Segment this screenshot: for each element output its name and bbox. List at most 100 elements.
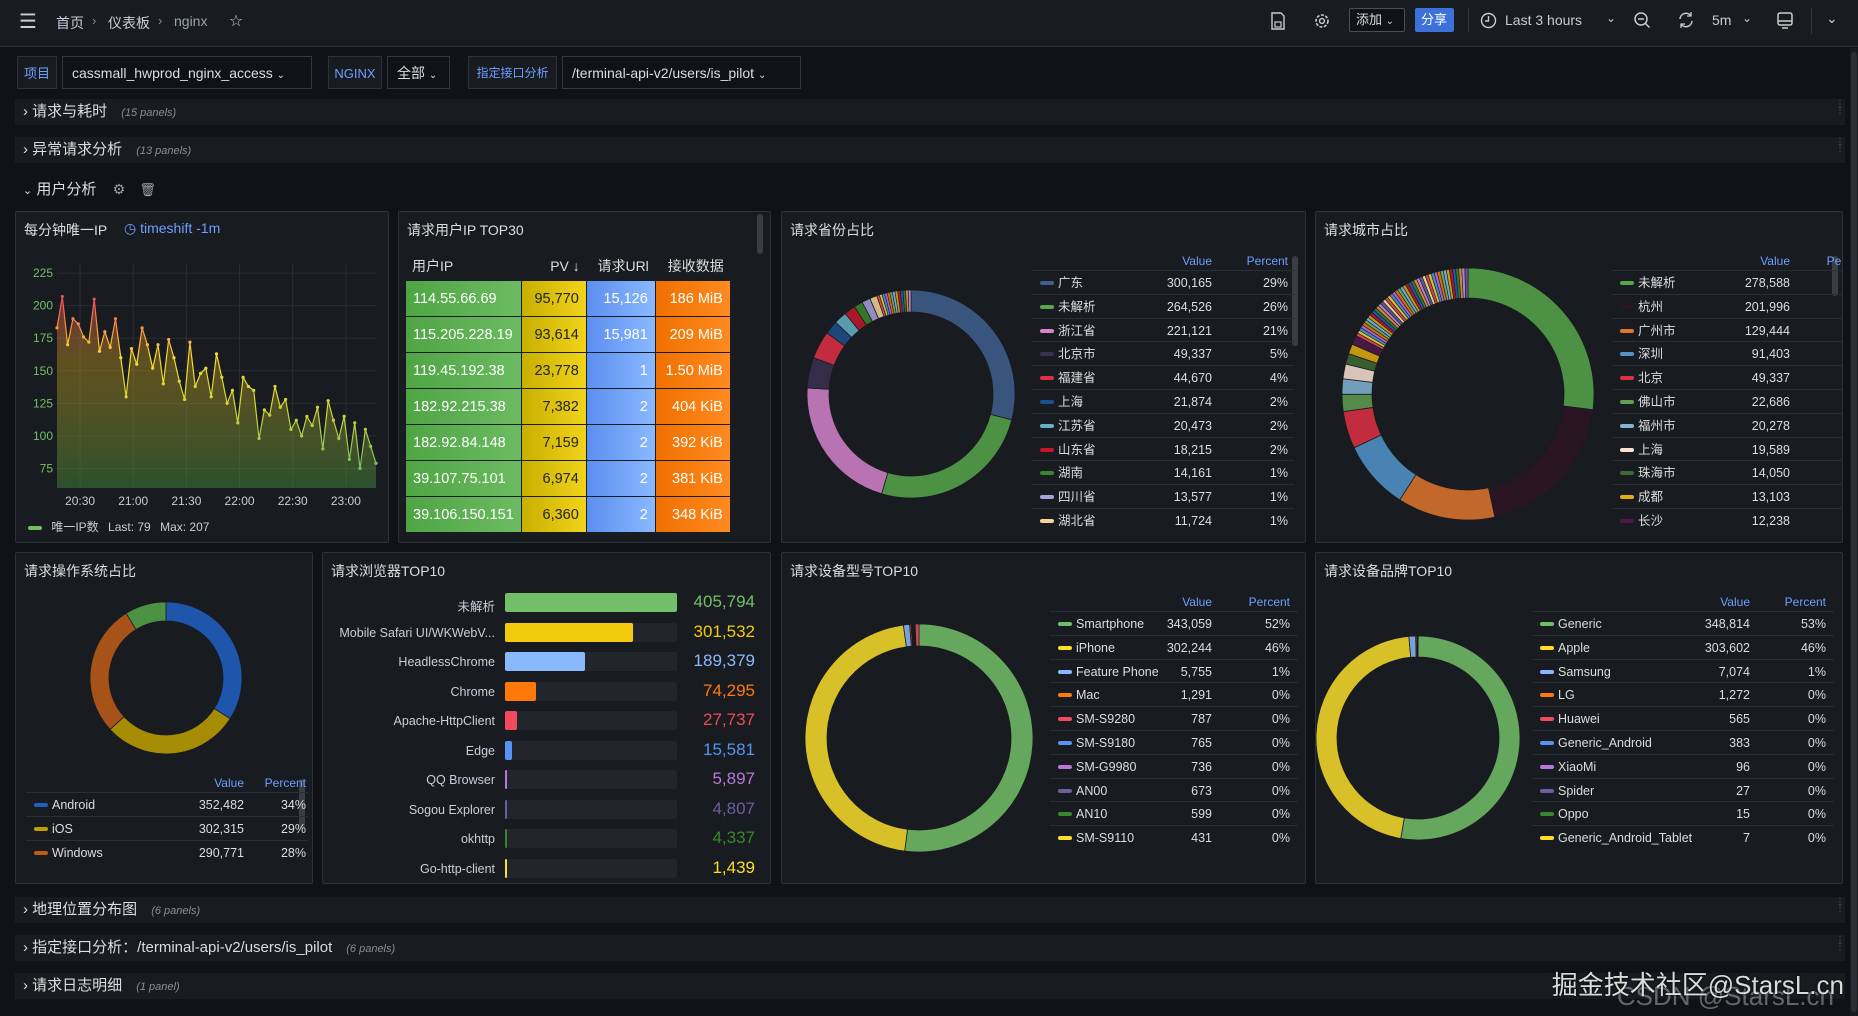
pie-slice[interactable] xyxy=(1467,267,1595,411)
table-row[interactable]: 39.106.150.151 6,360 2 348 KiB xyxy=(406,497,730,533)
drag-handle-icon[interactable]: ⋮⋮ ⋮⋮ xyxy=(1835,100,1856,116)
legend-item[interactable]: 未解析 264,526 26% xyxy=(1032,293,1294,318)
legend-item[interactable]: LG 1,272 0% xyxy=(1532,682,1834,706)
legend-series-name[interactable]: 唯一IP数 xyxy=(51,520,98,534)
tv-mode-icon[interactable] xyxy=(1776,11,1794,31)
pie-slice[interactable] xyxy=(109,707,231,755)
settings-gear-icon[interactable] xyxy=(1313,12,1331,30)
table-row[interactable]: 39.107.75.101 6,974 2 381 KiB xyxy=(406,461,730,497)
pie-slice[interactable] xyxy=(1400,635,1521,841)
star-icon[interactable]: ☆ xyxy=(226,12,246,32)
breadcrumb-home[interactable]: 首页 xyxy=(56,13,84,33)
legend-item[interactable]: 湖南 14,161 1% xyxy=(1032,460,1294,484)
legend-item[interactable]: XiaoMi 96 0% xyxy=(1532,753,1834,778)
legend-item[interactable]: Apple 303,602 46% xyxy=(1532,634,1834,659)
page-scrollbar[interactable] xyxy=(1850,48,1858,1016)
bar-fill[interactable] xyxy=(505,622,633,642)
bar-fill[interactable] xyxy=(505,681,537,701)
bar-fill[interactable] xyxy=(505,799,508,819)
legend-item[interactable]: 杭州201,99620% xyxy=(1612,293,1842,318)
column-header-uri[interactable]: 请求URl xyxy=(587,251,655,281)
legend-item[interactable]: 湖北省 11,724 1% xyxy=(1032,508,1294,532)
refresh-interval-picker[interactable]: 5m ⌄ xyxy=(1708,11,1754,33)
legend-item[interactable]: SM-S9110 431 0% xyxy=(1050,825,1298,849)
zoom-out-icon[interactable] xyxy=(1633,11,1651,29)
endpoint-select[interactable]: /terminal-api-v2/users/is_pilot ⌄ xyxy=(562,56,801,89)
row-delete-trash-icon[interactable]: 🗑 xyxy=(139,182,156,197)
panel-title[interactable]: 请求用户IP TOP30 xyxy=(407,220,524,240)
refresh-icon[interactable] xyxy=(1677,11,1695,29)
legend-item[interactable]: AN00 673 0% xyxy=(1050,777,1298,802)
legend-item[interactable]: Generic 348,814 53% xyxy=(1532,611,1834,635)
pie-slice[interactable] xyxy=(1399,474,1496,521)
share-button[interactable]: 分享 xyxy=(1415,8,1454,32)
legend-item[interactable]: 福州市20,2782% xyxy=(1612,412,1842,437)
legend-header-percent[interactable]: Percent xyxy=(26,776,306,790)
pie-slice[interactable] xyxy=(904,623,1034,853)
legend-item[interactable]: SM-S9180 765 0% xyxy=(1050,730,1298,754)
legend-item[interactable]: Oppo 15 0% xyxy=(1532,801,1834,825)
row-settings-gear-icon[interactable]: ⚙ xyxy=(113,181,126,197)
time-series-chart[interactable]: 75 100 125 150 175 200 225 20:30 21:00 21:30 22:00… xyxy=(16,212,390,544)
save-icon[interactable] xyxy=(1270,12,1286,30)
row-endpoint-analysis[interactable]: › 指定接口分析：/terminal-api-v2/users/is_pilot… xyxy=(15,935,1856,961)
table-row[interactable]: 182.92.84.148 7,159 2 392 KiB xyxy=(406,425,730,461)
legend-header-percent[interactable]: Percent xyxy=(1032,254,1288,268)
nginx-select[interactable]: 全部 ⌄ xyxy=(387,56,450,89)
legend-item[interactable]: Android 352,482 34% xyxy=(26,792,308,816)
project-select[interactable]: cassmall_hwprod_nginx_access ⌄ xyxy=(62,56,312,89)
drag-handle-icon[interactable]: ⋮⋮ ⋮⋮ xyxy=(1835,898,1856,914)
table-row[interactable]: 119.45.192.38 23,778 1 1.50 MiB xyxy=(406,353,730,389)
legend-item[interactable]: Windows 290,771 28% xyxy=(26,839,308,864)
pie-slice[interactable] xyxy=(1488,405,1594,518)
legend-item[interactable]: 四川省 13,577 1% xyxy=(1032,484,1294,508)
bar-fill[interactable] xyxy=(505,858,507,878)
legend-item[interactable]: 广东 300,165 29% xyxy=(1032,270,1294,294)
breadcrumb-dashboards[interactable]: 仪表板 xyxy=(108,13,150,33)
pie-slice[interactable] xyxy=(1316,635,1412,839)
drag-handle-icon[interactable]: ⋮⋮ ⋮⋮ xyxy=(1835,138,1856,154)
legend-item[interactable]: 北京49,3375% xyxy=(1612,365,1842,389)
pie-slice[interactable] xyxy=(89,612,137,731)
legend-item[interactable]: AN10 599 0% xyxy=(1050,801,1298,825)
legend-item[interactable]: Spider 27 0% xyxy=(1532,777,1834,802)
pie-slice-other[interactable] xyxy=(915,623,920,647)
column-header-received[interactable]: 接收数据 xyxy=(656,251,730,281)
table-row[interactable]: 114.55.66.69 95,770 15,126 186 MiB xyxy=(406,281,730,317)
row-abnormal-requests[interactable]: › 异常请求分析 (13 panels) ⋮⋮ ⋮⋮ xyxy=(15,137,1856,163)
bar-fill[interactable] xyxy=(505,770,508,789)
legend-header-percent[interactable]: Percent xyxy=(1532,595,1826,609)
legend-item[interactable]: iOS 302,315 29% xyxy=(26,815,308,840)
legend-item[interactable]: 上海19,5892% xyxy=(1612,436,1842,461)
time-range-picker[interactable]: Last 3 hours ⌄ xyxy=(1480,8,1620,34)
row-user-analysis[interactable]: ⌄ 用户分析 ⚙ 🗑 xyxy=(15,176,156,202)
column-header-pv[interactable]: PV ↓ xyxy=(522,251,586,281)
legend-item[interactable]: 福建省 44,670 4% xyxy=(1032,365,1294,389)
legend-item[interactable]: 山东省 18,215 2% xyxy=(1032,436,1294,461)
legend-item[interactable]: Huawei 565 0% xyxy=(1532,706,1834,730)
column-header-ip[interactable]: 用户IP xyxy=(406,251,521,281)
legend-item[interactable]: Smartphone 343,059 52% xyxy=(1050,611,1298,635)
legend-item[interactable]: Generic_Android_Tablet 7 0% xyxy=(1532,825,1834,849)
pie-slice[interactable] xyxy=(881,413,1013,499)
legend-item[interactable]: 成都13,1031% xyxy=(1612,484,1842,508)
menu-icon[interactable]: ☰ xyxy=(16,12,40,32)
pie-slice-other[interactable] xyxy=(1464,267,1469,299)
legend-item[interactable]: 广州市129,44412% xyxy=(1612,317,1842,342)
legend-item[interactable]: 未解析278,58827% xyxy=(1612,270,1842,294)
bar-fill[interactable] xyxy=(505,711,517,730)
legend-item[interactable]: 上海 21,874 2% xyxy=(1032,389,1294,413)
legend-item[interactable]: 北京市 49,337 5% xyxy=(1032,341,1294,365)
legend-item[interactable]: 佛山市22,6862% xyxy=(1612,389,1842,413)
legend-item[interactable]: 长沙12,2381% xyxy=(1612,508,1842,532)
bar-fill[interactable] xyxy=(505,593,677,612)
legend-item[interactable]: Feature Phone 5,755 1% xyxy=(1050,658,1298,683)
table-scrollbar-thumb[interactable] xyxy=(757,214,763,254)
legend-header-percent[interactable]: Percent xyxy=(1612,254,1842,268)
bar-fill[interactable] xyxy=(505,740,512,760)
bar-fill[interactable] xyxy=(505,829,507,848)
pie-slice[interactable] xyxy=(910,289,1016,421)
pie-slice[interactable] xyxy=(804,624,908,852)
pie-slice[interactable] xyxy=(165,601,243,720)
pie-slice[interactable] xyxy=(806,387,889,495)
